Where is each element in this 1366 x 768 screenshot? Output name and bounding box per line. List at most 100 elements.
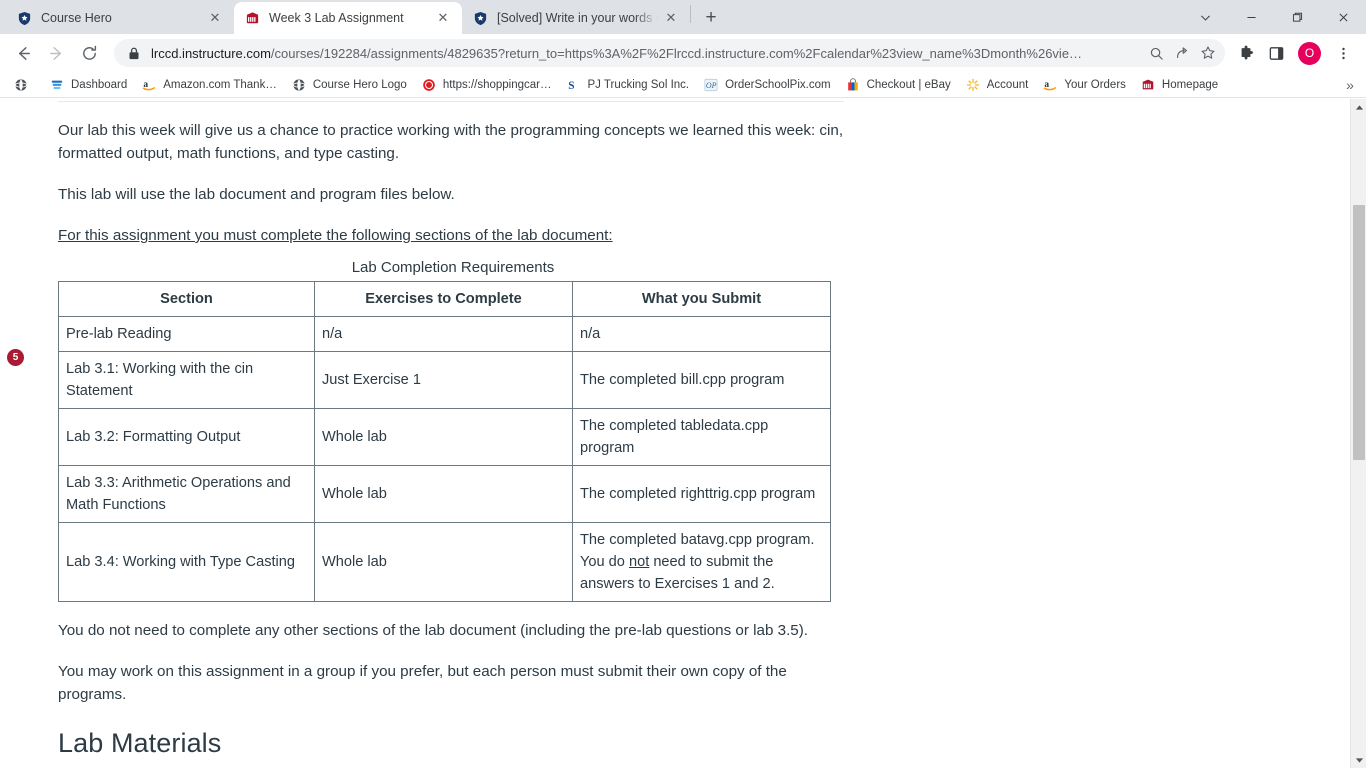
- browser-tab-2[interactable]: [Solved] Write in your words essa ✕: [462, 2, 690, 34]
- tab-search-chevron-icon[interactable]: [1182, 0, 1228, 34]
- tab-divider: [690, 4, 691, 23]
- shopping-icon: [421, 77, 437, 93]
- table-row: Pre-lab Reading n/a n/a: [58, 316, 831, 352]
- bookmark-item-shoppingcart[interactable]: https://shoppingcar…: [414, 74, 559, 96]
- side-panel-icon[interactable]: [1261, 38, 1291, 68]
- table-caption: Lab Completion Requirements: [351, 259, 555, 276]
- shopping-bag-icon: [845, 77, 861, 93]
- tab-strip: Course Hero ✕ Week 3 Lab Assignment ✕ [S…: [0, 0, 1366, 34]
- navigation-toolbar: lrccd.instructure.com/courses/192284/ass…: [0, 34, 1366, 72]
- intro-paragraph-1: Our lab this week will give us a chance …: [58, 122, 844, 162]
- cell-exercises: n/a: [314, 316, 573, 352]
- amazon-icon: a: [1042, 77, 1058, 93]
- new-tab-button[interactable]: +: [697, 4, 725, 32]
- scrollbar-thumb[interactable]: [1353, 205, 1365, 460]
- bookmark-item-checkout-ebay[interactable]: Checkout | eBay: [838, 74, 958, 96]
- bookmark-label: Dashboard: [71, 78, 128, 91]
- minimize-icon[interactable]: [1228, 0, 1274, 34]
- cell-section: Lab 3.4: Working with Type Casting: [58, 522, 315, 602]
- bookmark-label: PJ Trucking Sol Inc.: [587, 78, 690, 91]
- page-viewport: 5 Our lab this week will give us a chanc…: [0, 99, 1366, 768]
- cell-submit: The completed batavg.cpp program. You do…: [572, 522, 831, 602]
- padlock-icon: [128, 47, 142, 60]
- bookmark-item-account[interactable]: Account: [958, 74, 1036, 96]
- svg-text:OP: OP: [706, 81, 717, 90]
- close-window-icon[interactable]: [1320, 0, 1366, 34]
- avatar[interactable]: O: [1298, 41, 1321, 65]
- bookmarks-bar: Dashboard a Amazon.com Thank… Course Her…: [0, 72, 1366, 98]
- cell-exercises: Whole lab: [314, 408, 573, 466]
- bookmark-label: OrderSchoolPix.com: [725, 78, 831, 91]
- amazon-icon: a: [141, 77, 157, 93]
- extensions-puzzle-icon[interactable]: [1231, 38, 1261, 68]
- magnifier-icon[interactable]: [1143, 46, 1169, 61]
- cell-section: Lab 3.1: Working with the cin Statement: [58, 351, 315, 409]
- back-button[interactable]: [8, 38, 38, 68]
- bookmark-item-homepage[interactable]: Homepage: [1133, 74, 1225, 96]
- bookmark-item-coursehero-logo[interactable]: Course Hero Logo: [284, 74, 414, 96]
- close-icon[interactable]: ✕: [206, 9, 224, 27]
- tab-title: Week 3 Lab Assignment: [269, 11, 404, 25]
- cell-submit: n/a: [572, 316, 831, 352]
- status-badge[interactable]: 5: [7, 349, 24, 366]
- close-icon[interactable]: ✕: [434, 9, 452, 27]
- kebab-menu-icon[interactable]: [1328, 38, 1358, 68]
- cell-exercises: Just Exercise 1: [314, 351, 573, 409]
- browser-tab-0[interactable]: Course Hero ✕: [6, 2, 234, 34]
- intro-paragraph-2: This lab will use the lab document and p…: [58, 186, 455, 203]
- coursehero-shield-icon: [16, 10, 32, 26]
- table-header-submit: What you Submit: [572, 281, 831, 317]
- scroll-down-arrow-icon[interactable]: [1351, 752, 1366, 768]
- after-table-paragraph-1: You do not need to complete any other se…: [58, 622, 809, 639]
- bookmark-item-amazon[interactable]: a Amazon.com Thank…: [134, 74, 284, 96]
- tab-title: Course Hero: [41, 11, 112, 25]
- coursehero-shield-icon: [472, 10, 488, 26]
- canvas-instructure-icon: [244, 10, 260, 26]
- submit-text-emphasis: not: [628, 554, 650, 570]
- forward-button[interactable]: [41, 38, 71, 68]
- share-icon[interactable]: [1169, 45, 1195, 61]
- cell-submit: The completed bill.cpp program: [572, 351, 831, 409]
- bookmark-label: Checkout | eBay: [866, 78, 951, 91]
- bookmark-label: https://shoppingcar…: [442, 78, 552, 91]
- bookmark-item-0[interactable]: [6, 74, 42, 96]
- table-header-section: Section: [58, 281, 315, 317]
- close-icon[interactable]: ✕: [662, 9, 680, 27]
- reload-button[interactable]: [74, 38, 104, 68]
- cell-exercises: Whole lab: [314, 465, 573, 523]
- bookmark-item-orderschoolpix[interactable]: OP OrderSchoolPix.com: [696, 74, 837, 96]
- s-letter-icon: S: [565, 77, 581, 93]
- url-domain: lrccd.instructure.com: [151, 45, 271, 61]
- assignment-body: Our lab this week will give us a chance …: [58, 99, 848, 768]
- vertical-scrollbar[interactable]: [1350, 99, 1366, 768]
- bookmark-label: Your Orders: [1064, 78, 1126, 91]
- globe-icon: [13, 77, 29, 93]
- walmart-spark-icon: [965, 77, 981, 93]
- bookmark-item-dashboard[interactable]: Dashboard: [42, 74, 134, 96]
- after-table-paragraph-2: You may work on this assignment in a gro…: [58, 663, 787, 703]
- table-header-exercises: Exercises to Complete: [314, 281, 573, 317]
- cell-submit: The completed righttrig.cpp program: [572, 465, 831, 523]
- scroll-up-arrow-icon[interactable]: [1351, 99, 1366, 115]
- address-bar-url: lrccd.instructure.com/courses/192284/ass…: [151, 46, 1143, 61]
- dashboard-icon: [49, 77, 65, 93]
- cell-section: Lab 3.2: Formatting Output: [58, 408, 315, 466]
- table-row: Lab 3.4: Working with Type Casting Whole…: [58, 522, 831, 602]
- star-icon[interactable]: [1195, 45, 1221, 61]
- cell-section: Lab 3.3: Arithmetic Operations and Math …: [58, 465, 315, 523]
- bookmark-label: Account: [986, 78, 1029, 91]
- maximize-icon[interactable]: [1274, 0, 1320, 34]
- bookmark-item-pjtrucking[interactable]: S PJ Trucking Sol Inc.: [558, 74, 696, 96]
- bookmark-label: Course Hero Logo: [312, 78, 407, 91]
- window-controls: [1182, 0, 1366, 34]
- svg-text:S: S: [569, 79, 575, 91]
- url-path: /courses/192284/assignments/4829635?retu…: [270, 45, 1083, 61]
- browser-window: Course Hero ✕ Week 3 Lab Assignment ✕ [S…: [0, 0, 1366, 768]
- page-title-lab-materials: Lab Materials: [58, 728, 222, 758]
- bookmark-label: Homepage: [1161, 78, 1219, 91]
- address-bar[interactable]: lrccd.instructure.com/courses/192284/ass…: [114, 39, 1225, 67]
- bookmark-item-your-orders[interactable]: a Your Orders: [1035, 74, 1133, 96]
- bookmarks-overflow-button[interactable]: »: [1340, 75, 1360, 95]
- redbuilding-icon: [1140, 77, 1156, 93]
- browser-tab-1[interactable]: Week 3 Lab Assignment ✕: [234, 2, 462, 34]
